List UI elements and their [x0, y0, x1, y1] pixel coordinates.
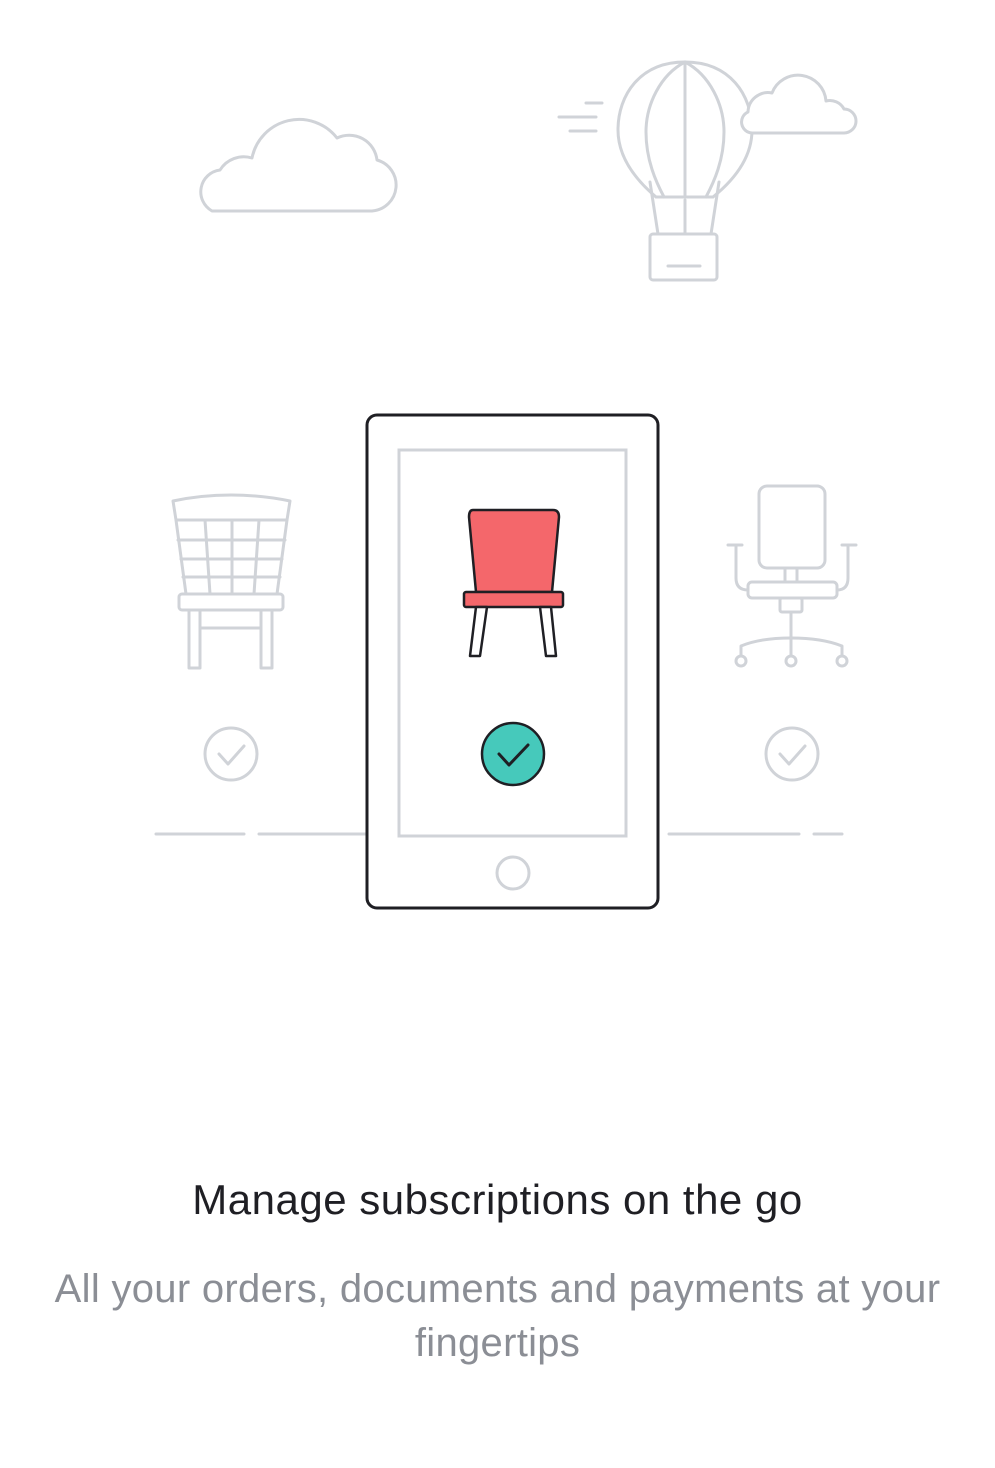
- speed-lines: [557, 101, 604, 133]
- cloud-icon: [199, 117, 398, 213]
- office-chair-icon: [726, 484, 858, 668]
- wooden-chair-icon: [171, 493, 292, 670]
- onboarding-illustration: [154, 60, 858, 910]
- checkmark-circle-icon: [764, 726, 820, 782]
- checkmark-circle-icon: [480, 721, 546, 787]
- hot-air-balloon-icon: [616, 60, 754, 282]
- onboarding-title: Manage subscriptions on the go: [192, 1176, 803, 1223]
- onboarding-subtitle: All your orders, documents and payments …: [54, 1267, 941, 1365]
- cloud-icon: [740, 73, 858, 135]
- smartphone-icon: [365, 413, 660, 910]
- checkmark-circle-icon: [203, 726, 259, 782]
